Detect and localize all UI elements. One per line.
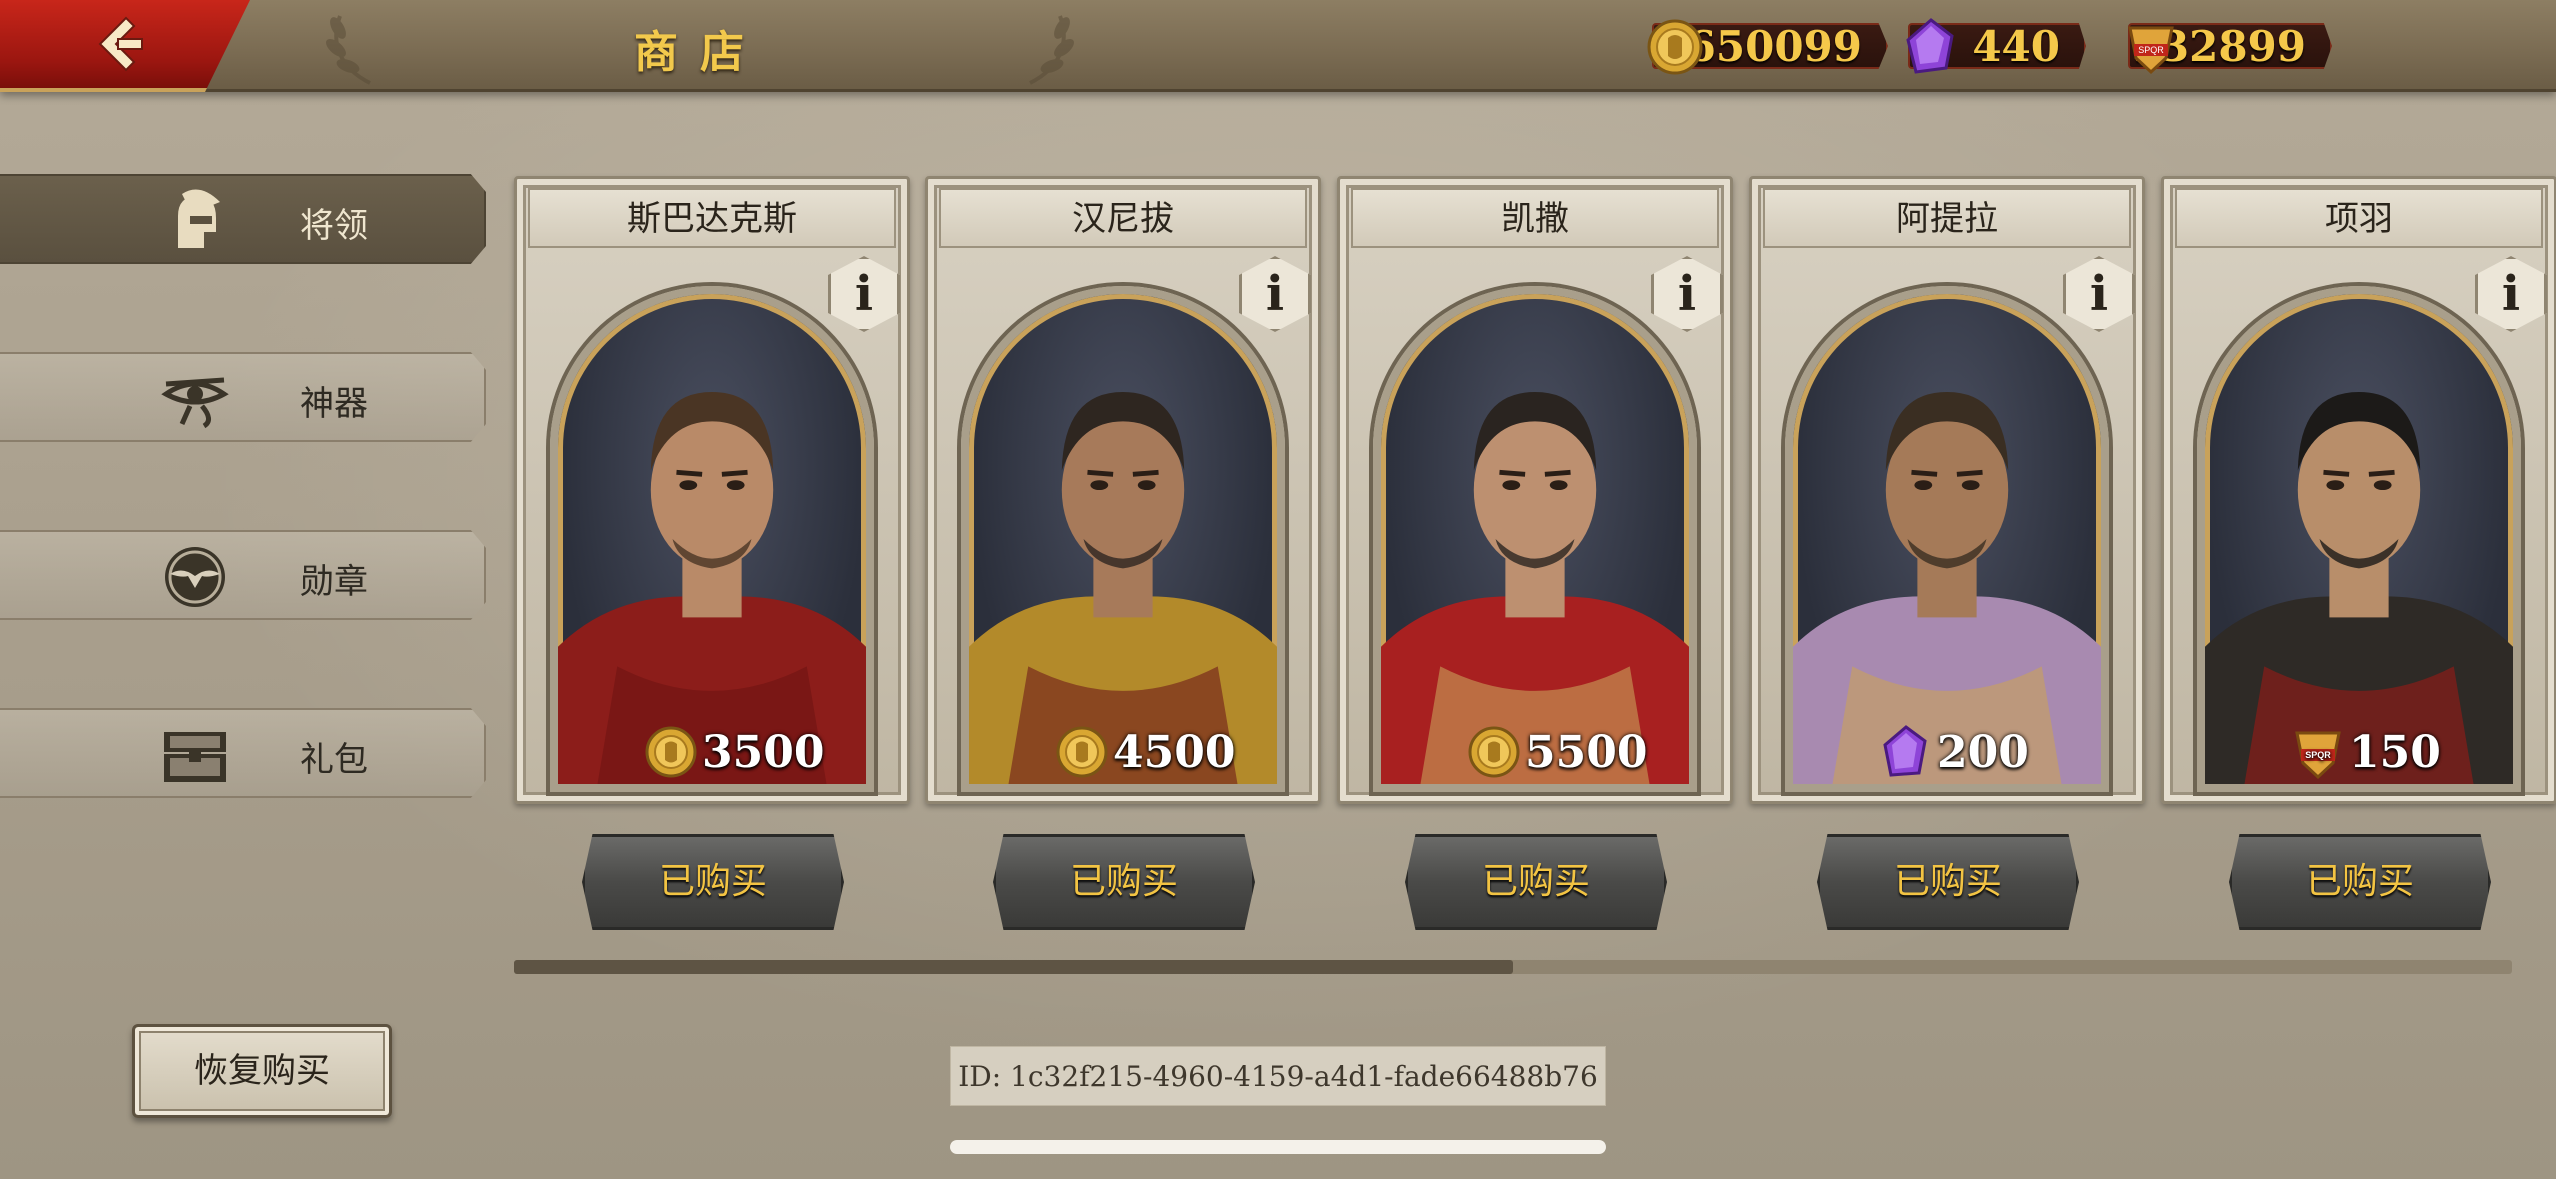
horizontal-scrollbar[interactable]: [514, 960, 2512, 974]
svg-text:SPQR: SPQR: [2138, 45, 2164, 55]
sidebar-item-generals[interactable]: 将领: [0, 174, 486, 264]
general-name: 斯巴达克斯: [528, 188, 896, 248]
sidebar-item-artifacts[interactable]: 神器: [0, 352, 486, 442]
gold-coin-icon: [1647, 19, 1703, 75]
sidebar-item-label: 神器: [300, 384, 368, 424]
price-value: 3500: [702, 726, 825, 778]
general-name: 凯撒: [1351, 188, 1719, 248]
price-tag: SPQR 150: [2291, 722, 2441, 782]
purchased-button[interactable]: 已购买: [582, 834, 844, 930]
token-currency: SPQR 132899: [2128, 18, 2332, 75]
price-tag: 4500: [1055, 722, 1235, 782]
general-portrait: [961, 286, 1285, 792]
sidebar-item-label: 勋章: [300, 562, 368, 602]
purchased-button[interactable]: 已购买: [1817, 834, 2079, 930]
laurel-right-icon: [1029, 15, 1074, 85]
sidebar-item-packs[interactable]: 礼包: [0, 708, 486, 798]
price-value: 4500: [1113, 726, 1236, 778]
sidebar-item-label: 礼包: [300, 740, 368, 780]
back-button[interactable]: [0, 0, 250, 92]
price-tag: 5500: [1467, 722, 1647, 782]
sidebar-item-label: 将领: [300, 206, 368, 246]
svg-text:SPQR: SPQR: [2305, 750, 2331, 760]
gold-coin-icon: [645, 726, 697, 778]
general-portrait: [2197, 286, 2521, 792]
eye-of-horus-icon: [161, 377, 229, 429]
price-tag: 200: [1879, 722, 2029, 782]
general-name: 项羽: [2175, 188, 2543, 248]
general-card[interactable]: 阿提拉 i 200: [1749, 176, 2145, 804]
purchased-button[interactable]: 已购买: [1405, 834, 1667, 930]
purchased-button[interactable]: 已购买: [993, 834, 1255, 930]
general-portrait: [1373, 286, 1697, 792]
gold-coin-icon: [1056, 726, 1108, 778]
general-card[interactable]: 凯撒 i 5500: [1337, 176, 1733, 804]
user-id-label: ID: 1c32f215-4960-4159-a4d1-fade66488b76: [950, 1046, 1606, 1106]
gold-currency: 650099: [1647, 18, 1888, 75]
price-value: 150: [2349, 726, 2441, 778]
eagle-medal-icon: [165, 547, 225, 607]
general-portrait: [550, 286, 874, 792]
chevron-left-icon: [98, 16, 143, 72]
home-indicator: [950, 1140, 1606, 1154]
spqr-token-icon: SPQR: [2295, 731, 2341, 779]
top-bar: 商店 650099 440 SPQR 132899: [0, 0, 2556, 92]
price-value: 5500: [1525, 726, 1648, 778]
gem-currency: 440: [1906, 18, 2086, 74]
general-card[interactable]: 斯巴达克斯 i 3500: [514, 176, 910, 804]
general-name: 汉尼拔: [939, 188, 1307, 248]
spqr-token-icon: SPQR: [2128, 26, 2174, 75]
general-card[interactable]: 项羽 i SPQR 150: [2161, 176, 2556, 804]
scrollbar-thumb[interactable]: [514, 960, 1513, 974]
laurel-left-icon: [326, 15, 371, 85]
page-title: 商店: [634, 27, 766, 78]
treasure-chest-icon: [164, 732, 226, 782]
price-value: 200: [1937, 726, 2029, 778]
purple-gem-icon: [1906, 18, 1954, 74]
general-name: 阿提拉: [1763, 188, 2131, 248]
sidebar-item-medals[interactable]: 勋章: [0, 530, 486, 620]
spartan-helmet-icon: [178, 189, 220, 248]
price-tag: 3500: [644, 722, 824, 782]
restore-purchase-button[interactable]: 恢复购买: [132, 1024, 392, 1118]
gold-coin-icon: [1468, 726, 1520, 778]
purple-gem-icon: [1883, 725, 1927, 777]
purchased-button[interactable]: 已购买: [2229, 834, 2491, 930]
general-card[interactable]: 汉尼拔 i 4500: [925, 176, 1321, 804]
general-portrait: [1785, 286, 2109, 792]
